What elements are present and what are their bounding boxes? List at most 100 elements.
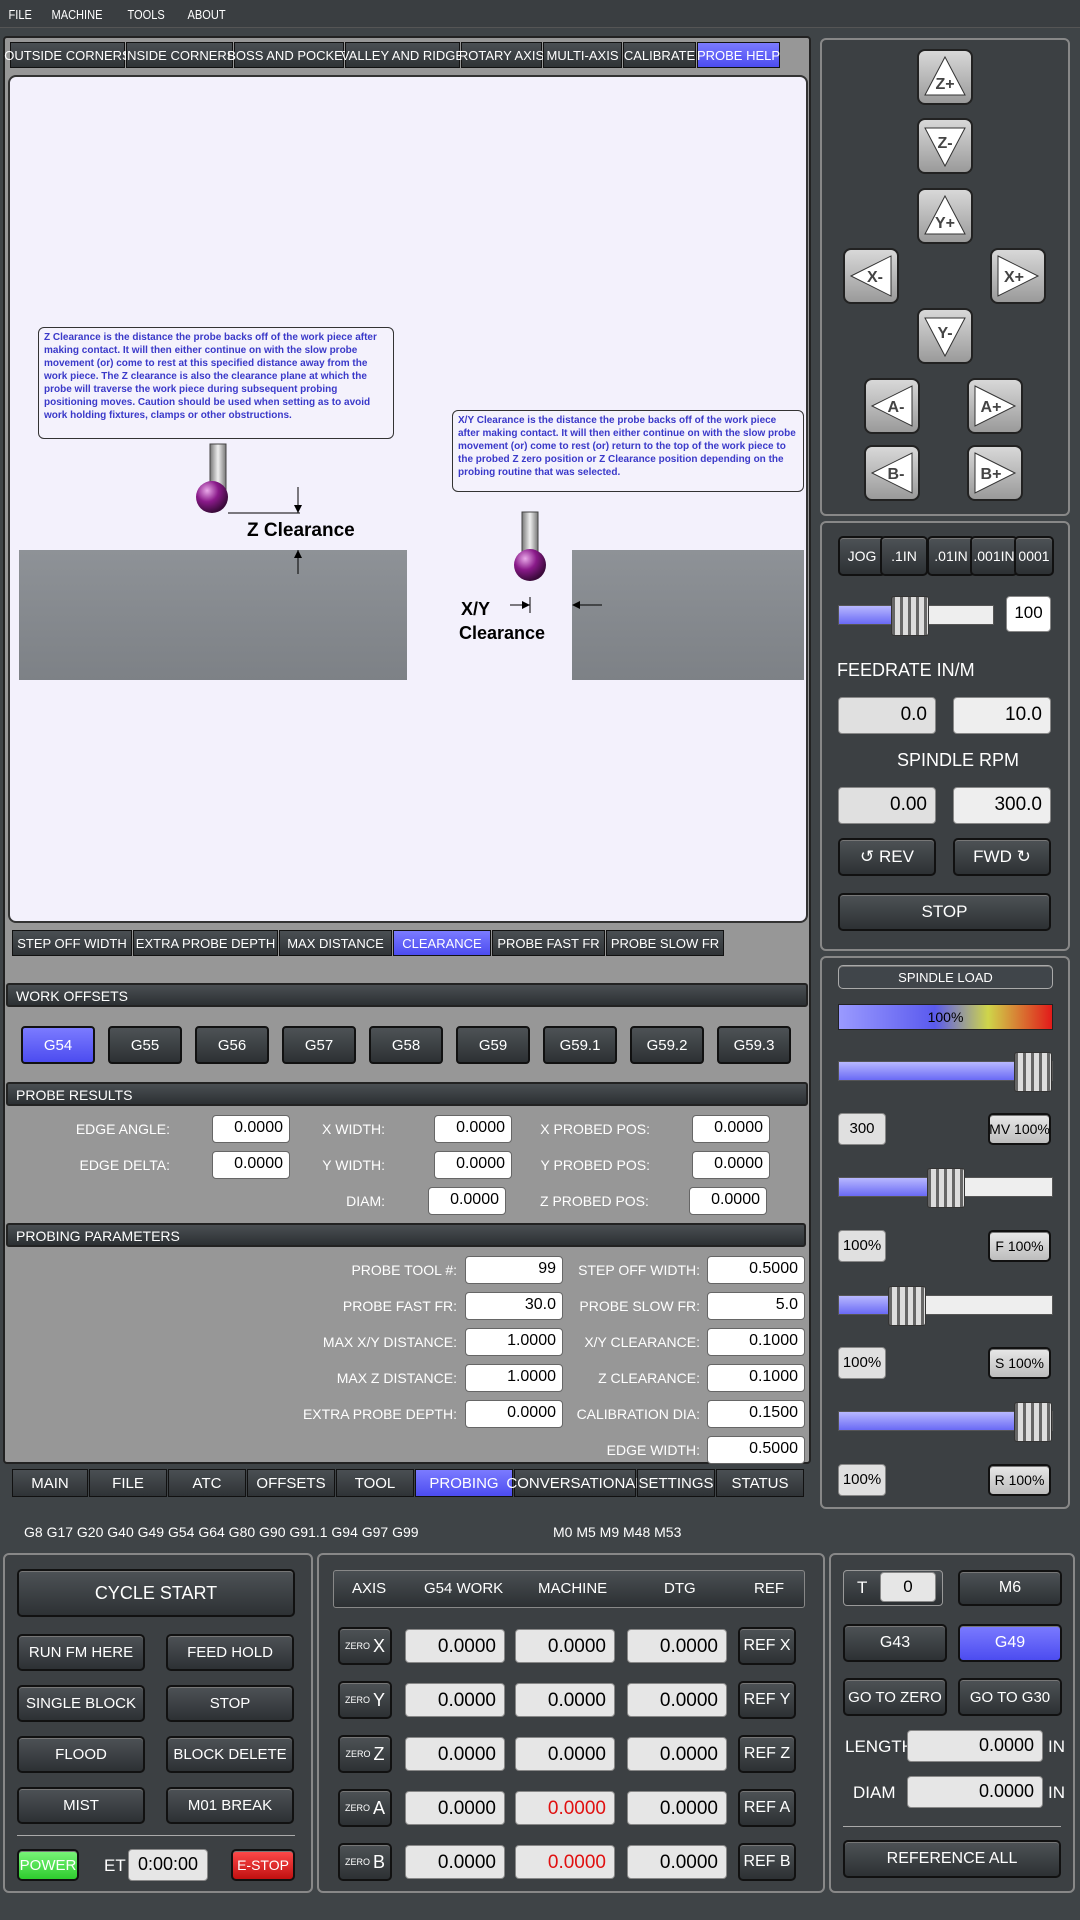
go-to-g30-button[interactable]: GO TO G30: [958, 1678, 1062, 1716]
a-work-position[interactable]: 0.0000: [405, 1791, 505, 1825]
single-block-button[interactable]: SINGLE BLOCK: [17, 1685, 145, 1722]
tab-conversational[interactable]: CONVERSATIONAL: [506, 1469, 644, 1497]
increment-001-button[interactable]: .01IN: [927, 536, 975, 576]
tab-boss-and-pocket[interactable]: BOSS AND POCKET: [227, 42, 351, 68]
tab-inside-corners[interactable]: INSIDE CORNERS: [124, 42, 235, 68]
tab-settings[interactable]: SETTINGS: [637, 1469, 715, 1497]
jog-b-plus-button[interactable]: B+: [967, 445, 1023, 501]
y-work-position[interactable]: 0.0000: [405, 1683, 505, 1717]
tab-file[interactable]: FILE: [89, 1469, 167, 1497]
tab-main[interactable]: MAIN: [12, 1469, 88, 1497]
tab-clearance[interactable]: CLEARANCE: [393, 930, 491, 956]
g49-button[interactable]: G49: [958, 1624, 1062, 1662]
zero-x-button[interactable]: ZERO X: [338, 1627, 392, 1665]
tool-diam-field[interactable]: 0.0000: [907, 1776, 1043, 1808]
tab-outside-corners[interactable]: OUTSIDE CORNERS: [4, 42, 131, 68]
jog-x-plus-button[interactable]: X+: [990, 248, 1046, 304]
run-from-here-button[interactable]: RUN FM HERE: [17, 1634, 145, 1671]
tab-atc[interactable]: ATC: [168, 1469, 246, 1497]
increment-01-button[interactable]: .1IN: [880, 536, 928, 576]
offset-g58-button[interactable]: G58: [369, 1026, 443, 1064]
spindle-override-slider[interactable]: [838, 1286, 1053, 1326]
mist-button[interactable]: MIST: [17, 1787, 145, 1824]
power-button[interactable]: POWER: [17, 1849, 79, 1881]
jog-b-minus-button[interactable]: B-: [864, 445, 920, 501]
z-work-position[interactable]: 0.0000: [405, 1737, 505, 1771]
jog-a-minus-button[interactable]: A-: [864, 378, 920, 434]
estop-button[interactable]: E-STOP: [231, 1849, 295, 1881]
slow-fr-field[interactable]: 5.0: [707, 1292, 805, 1320]
menu-machine[interactable]: MACHINE: [43, 0, 108, 22]
jog-y-plus-button[interactable]: Y+: [917, 188, 973, 244]
jog-rate-handle[interactable]: [891, 596, 930, 636]
menu-about[interactable]: ABOUT: [179, 0, 231, 22]
tab-rotary-axis[interactable]: ROTARY AXIS: [459, 42, 544, 68]
x-probed-pos-field[interactable]: 0.0000: [692, 1115, 770, 1143]
mv-override-reset-button[interactable]: MV 100%: [988, 1113, 1051, 1145]
jog-a-plus-button[interactable]: A+: [967, 378, 1023, 434]
offset-g59-button[interactable]: G59: [456, 1026, 530, 1064]
offset-g59-2-button[interactable]: G59.2: [630, 1026, 704, 1064]
rapid-override-reset-button[interactable]: R 100%: [988, 1464, 1051, 1496]
tab-valley-and-ridge[interactable]: VALLEY AND RIDGE: [341, 42, 464, 68]
jog-y-minus-button[interactable]: Y-: [917, 308, 973, 364]
tab-extra-probe-depth[interactable]: EXTRA PROBE DEPTH: [133, 930, 278, 956]
ref-x-button[interactable]: REF X: [738, 1627, 796, 1665]
x-width-field[interactable]: 0.0000: [434, 1115, 512, 1143]
cycle-start-button[interactable]: CYCLE START: [17, 1569, 295, 1617]
feed-override-handle[interactable]: [926, 1168, 965, 1208]
tab-probe-help[interactable]: PROBE HELP: [697, 42, 780, 68]
edge-angle-field[interactable]: 0.0000: [212, 1115, 290, 1143]
tab-max-distance[interactable]: MAX DISTANCE: [279, 930, 392, 956]
increment-00001-button[interactable]: 0001: [1014, 536, 1054, 576]
zero-b-button[interactable]: ZERO B: [338, 1843, 392, 1881]
xy-clearance-field[interactable]: 0.1000: [707, 1328, 805, 1356]
spindle-stop-button[interactable]: STOP: [838, 893, 1051, 931]
y-width-field[interactable]: 0.0000: [434, 1151, 512, 1179]
increment-0001-button[interactable]: .001IN: [970, 536, 1018, 576]
go-to-zero-button[interactable]: GO TO ZERO: [843, 1678, 947, 1716]
jog-mode-button[interactable]: JOG: [838, 536, 886, 576]
offset-g57-button[interactable]: G57: [282, 1026, 356, 1064]
jog-rate-slider[interactable]: [838, 596, 994, 636]
b-work-position[interactable]: 0.0000: [405, 1845, 505, 1879]
block-delete-button[interactable]: BLOCK DELETE: [166, 1736, 294, 1773]
z-clearance-field[interactable]: 0.1000: [707, 1364, 805, 1392]
feed-hold-button[interactable]: FEED HOLD: [166, 1634, 294, 1671]
step-off-field[interactable]: 0.5000: [707, 1256, 805, 1284]
g43-button[interactable]: G43: [843, 1624, 947, 1662]
zero-a-button[interactable]: ZERO A: [338, 1789, 392, 1827]
z-probed-pos-field[interactable]: 0.0000: [689, 1187, 767, 1215]
offset-g59-1-button[interactable]: G59.1: [543, 1026, 617, 1064]
feed-override-reset-button[interactable]: F 100%: [988, 1230, 1051, 1262]
tab-status[interactable]: STATUS: [716, 1469, 804, 1497]
tab-calibrate[interactable]: CALIBRATE: [623, 42, 696, 68]
x-work-position[interactable]: 0.0000: [405, 1629, 505, 1663]
mv-override-slider[interactable]: [838, 1052, 1053, 1092]
extra-depth-field[interactable]: 0.0000: [465, 1400, 563, 1428]
zero-z-button[interactable]: ZERO Z: [338, 1735, 392, 1773]
spindle-fwd-button[interactable]: FWD ↻: [953, 838, 1051, 876]
offset-g59-3-button[interactable]: G59.3: [717, 1026, 791, 1064]
tab-probe-fast-fr[interactable]: PROBE FAST FR: [492, 930, 605, 956]
tab-multi-axis[interactable]: MULTI-AXIS: [543, 42, 622, 68]
menu-tools[interactable]: TOOLS: [119, 0, 170, 22]
spindle-set[interactable]: 300.0: [953, 787, 1051, 824]
stop-button[interactable]: STOP: [166, 1685, 294, 1722]
spindle-rev-button[interactable]: ↺ REV: [838, 838, 936, 876]
spindle-override-handle[interactable]: [888, 1286, 926, 1326]
tab-probe-slow-fr[interactable]: PROBE SLOW FR: [606, 930, 724, 956]
fast-fr-field[interactable]: 30.0: [465, 1292, 563, 1320]
calibration-dia-field[interactable]: 0.1500: [707, 1400, 805, 1428]
tool-length-field[interactable]: 0.0000: [907, 1730, 1043, 1762]
offset-g54-button[interactable]: G54: [21, 1026, 95, 1064]
jog-rate-value[interactable]: 100: [1006, 596, 1051, 632]
menu-file[interactable]: FILE: [0, 0, 37, 22]
max-xy-field[interactable]: 1.0000: [465, 1328, 563, 1356]
offset-g56-button[interactable]: G56: [195, 1026, 269, 1064]
tab-probing[interactable]: PROBING: [415, 1469, 513, 1497]
mv-override-handle[interactable]: [1014, 1052, 1052, 1092]
tab-tool[interactable]: TOOL: [336, 1469, 414, 1497]
jog-z-plus-button[interactable]: Z+: [917, 49, 973, 105]
ref-y-button[interactable]: REF Y: [738, 1681, 796, 1719]
